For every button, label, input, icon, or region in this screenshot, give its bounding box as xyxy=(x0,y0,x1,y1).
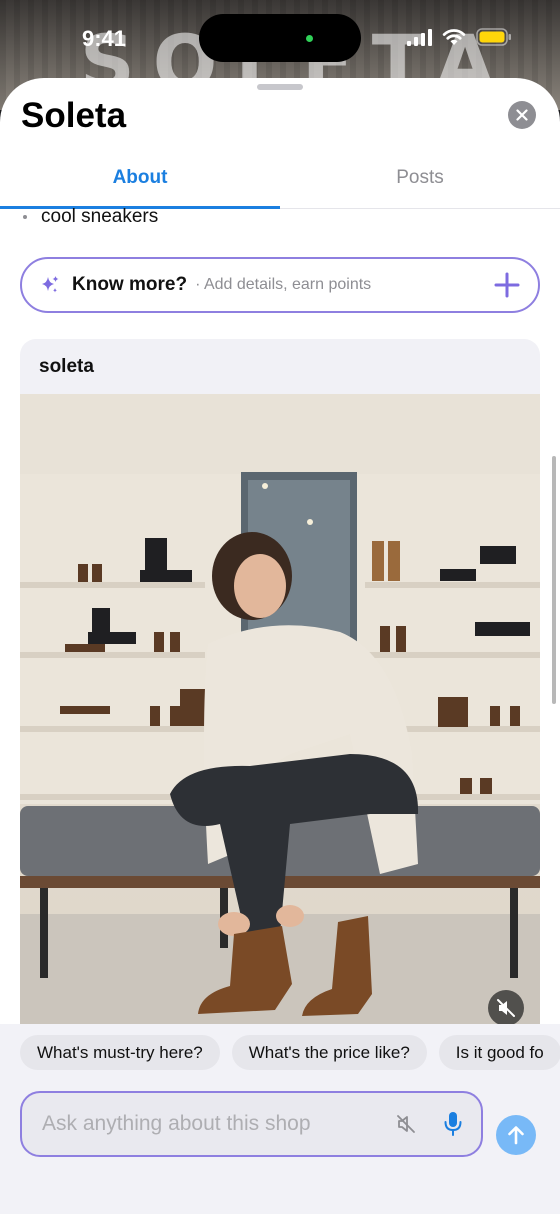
know-more-button[interactable]: Know more? · Add details, earn points xyxy=(20,257,540,313)
list-item: cool sneakers xyxy=(23,206,158,228)
status-icons xyxy=(407,28,512,46)
tab-bar: About Posts xyxy=(0,160,560,209)
sheet-grabber[interactable] xyxy=(257,84,303,90)
composer-area: What's must-try here? What's the price l… xyxy=(0,1024,560,1214)
camera-indicator-dot xyxy=(306,35,313,42)
bullet-dot xyxy=(23,215,27,219)
sheet-title: Soleta xyxy=(21,96,127,135)
cellular-signal-icon xyxy=(407,28,432,46)
speaker-muted-icon[interactable] xyxy=(395,1113,417,1135)
post-card-header: soleta xyxy=(39,356,94,377)
suggestion-chip[interactable]: What's must-try here? xyxy=(20,1035,220,1070)
post-card: soleta xyxy=(20,339,540,1139)
send-button[interactable] xyxy=(496,1115,536,1155)
video-mute-button[interactable] xyxy=(488,990,524,1026)
scroll-indicator[interactable] xyxy=(552,456,556,704)
know-more-subtitle: · Add details, earn points xyxy=(195,276,372,293)
dynamic-island xyxy=(199,14,361,62)
list-item-text: cool sneakers xyxy=(41,206,159,227)
arrow-up-icon xyxy=(508,1126,524,1145)
sparkle-icon xyxy=(42,276,59,293)
ask-input[interactable] xyxy=(40,1111,384,1137)
suggestion-chips: What's must-try here? What's the price l… xyxy=(20,1035,560,1070)
tab-posts[interactable]: Posts xyxy=(280,160,560,208)
know-more-title: Know more? xyxy=(72,274,188,295)
close-icon xyxy=(516,109,528,121)
microphone-icon[interactable] xyxy=(443,1111,463,1137)
wifi-icon xyxy=(442,28,466,46)
battery-icon xyxy=(476,28,512,46)
close-button[interactable] xyxy=(508,101,536,129)
status-time: 9:41 xyxy=(82,26,127,51)
speaker-muted-icon xyxy=(497,999,515,1017)
ask-field-container xyxy=(20,1091,483,1157)
suggestion-chip[interactable]: Is it good fo xyxy=(438,1035,560,1070)
plus-icon xyxy=(494,272,520,298)
shop-sheet: Soleta About Posts cool sneakers Know mo… xyxy=(0,78,560,1214)
suggestion-chip[interactable]: What's the price like? xyxy=(231,1035,427,1070)
tab-about[interactable]: About xyxy=(0,160,280,209)
